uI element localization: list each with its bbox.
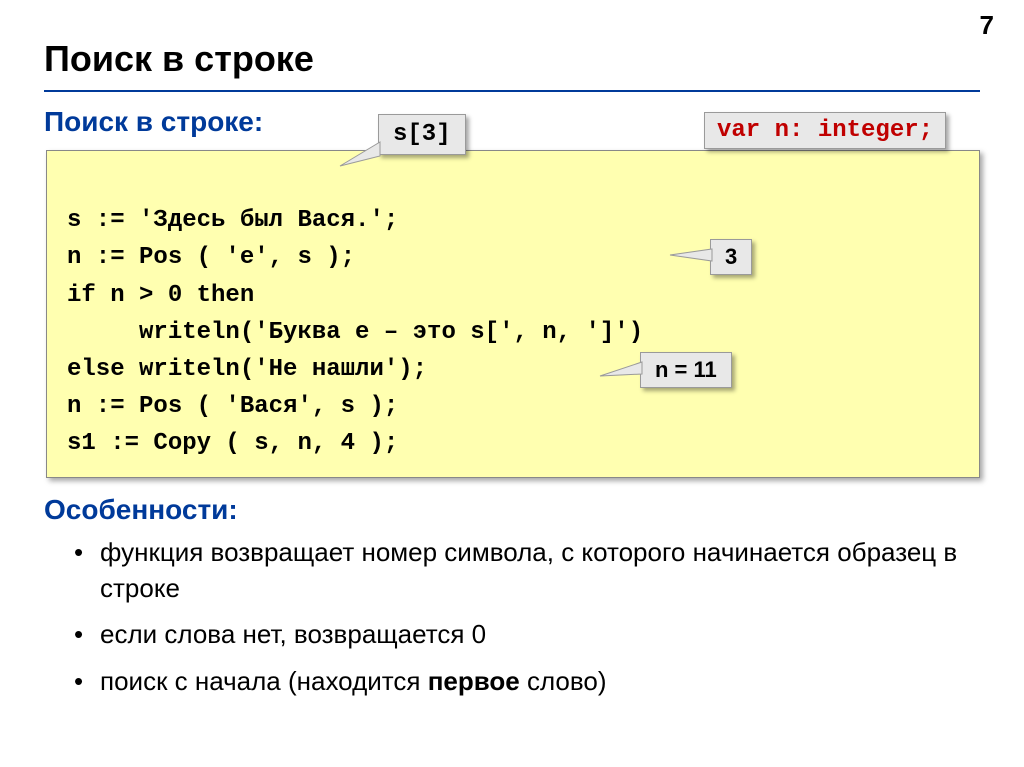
list-item: если слова нет, возвращается 0 xyxy=(100,616,980,652)
list-item: функция возвращает номер символа, с кото… xyxy=(100,534,980,607)
code-line-3: if n > 0 then xyxy=(67,282,254,309)
code-line-5: else writeln('Не нашли'); xyxy=(67,356,427,383)
callout-value-3: 3 xyxy=(710,239,752,275)
code-line-1: s := 'Здесь был Вася.'; xyxy=(67,207,398,234)
callout-n11-tail xyxy=(598,358,644,378)
page-number: 7 xyxy=(980,10,994,41)
list-item: поиск с начала (находится первое слово) xyxy=(100,663,980,699)
page-title: Поиск в строке xyxy=(44,38,980,80)
slide: 7 Поиск в строке Поиск в строке: s[3] va… xyxy=(0,0,1024,767)
title-divider xyxy=(44,90,980,92)
features-list: функция возвращает номер символа, с кото… xyxy=(44,534,980,700)
code-line-7: s1 := Copy ( s, n, 4 ); xyxy=(67,430,398,457)
code-block: s := 'Здесь был Вася.'; n := Pos ( 'е', … xyxy=(46,150,980,478)
var-declaration-box: var n: integer; xyxy=(704,112,946,149)
callout-s3: s[3] xyxy=(378,114,466,155)
code-line-4: writeln('Буква е – это s[', n, ']') xyxy=(67,319,643,346)
list-item-bold: первое xyxy=(428,666,520,696)
callout-s3-tail xyxy=(338,140,382,168)
code-line-2: n := Pos ( 'е', s ); xyxy=(67,244,355,271)
callout-n11: n = 11 xyxy=(640,352,732,388)
list-item-text-a: поиск с начала (находится xyxy=(100,666,428,696)
features-title: Особенности: xyxy=(44,494,980,526)
list-item-text-c: слово) xyxy=(520,666,607,696)
callout-value-3-tail xyxy=(668,247,714,267)
code-line-6: n := Pos ( 'Вася', s ); xyxy=(67,393,398,420)
